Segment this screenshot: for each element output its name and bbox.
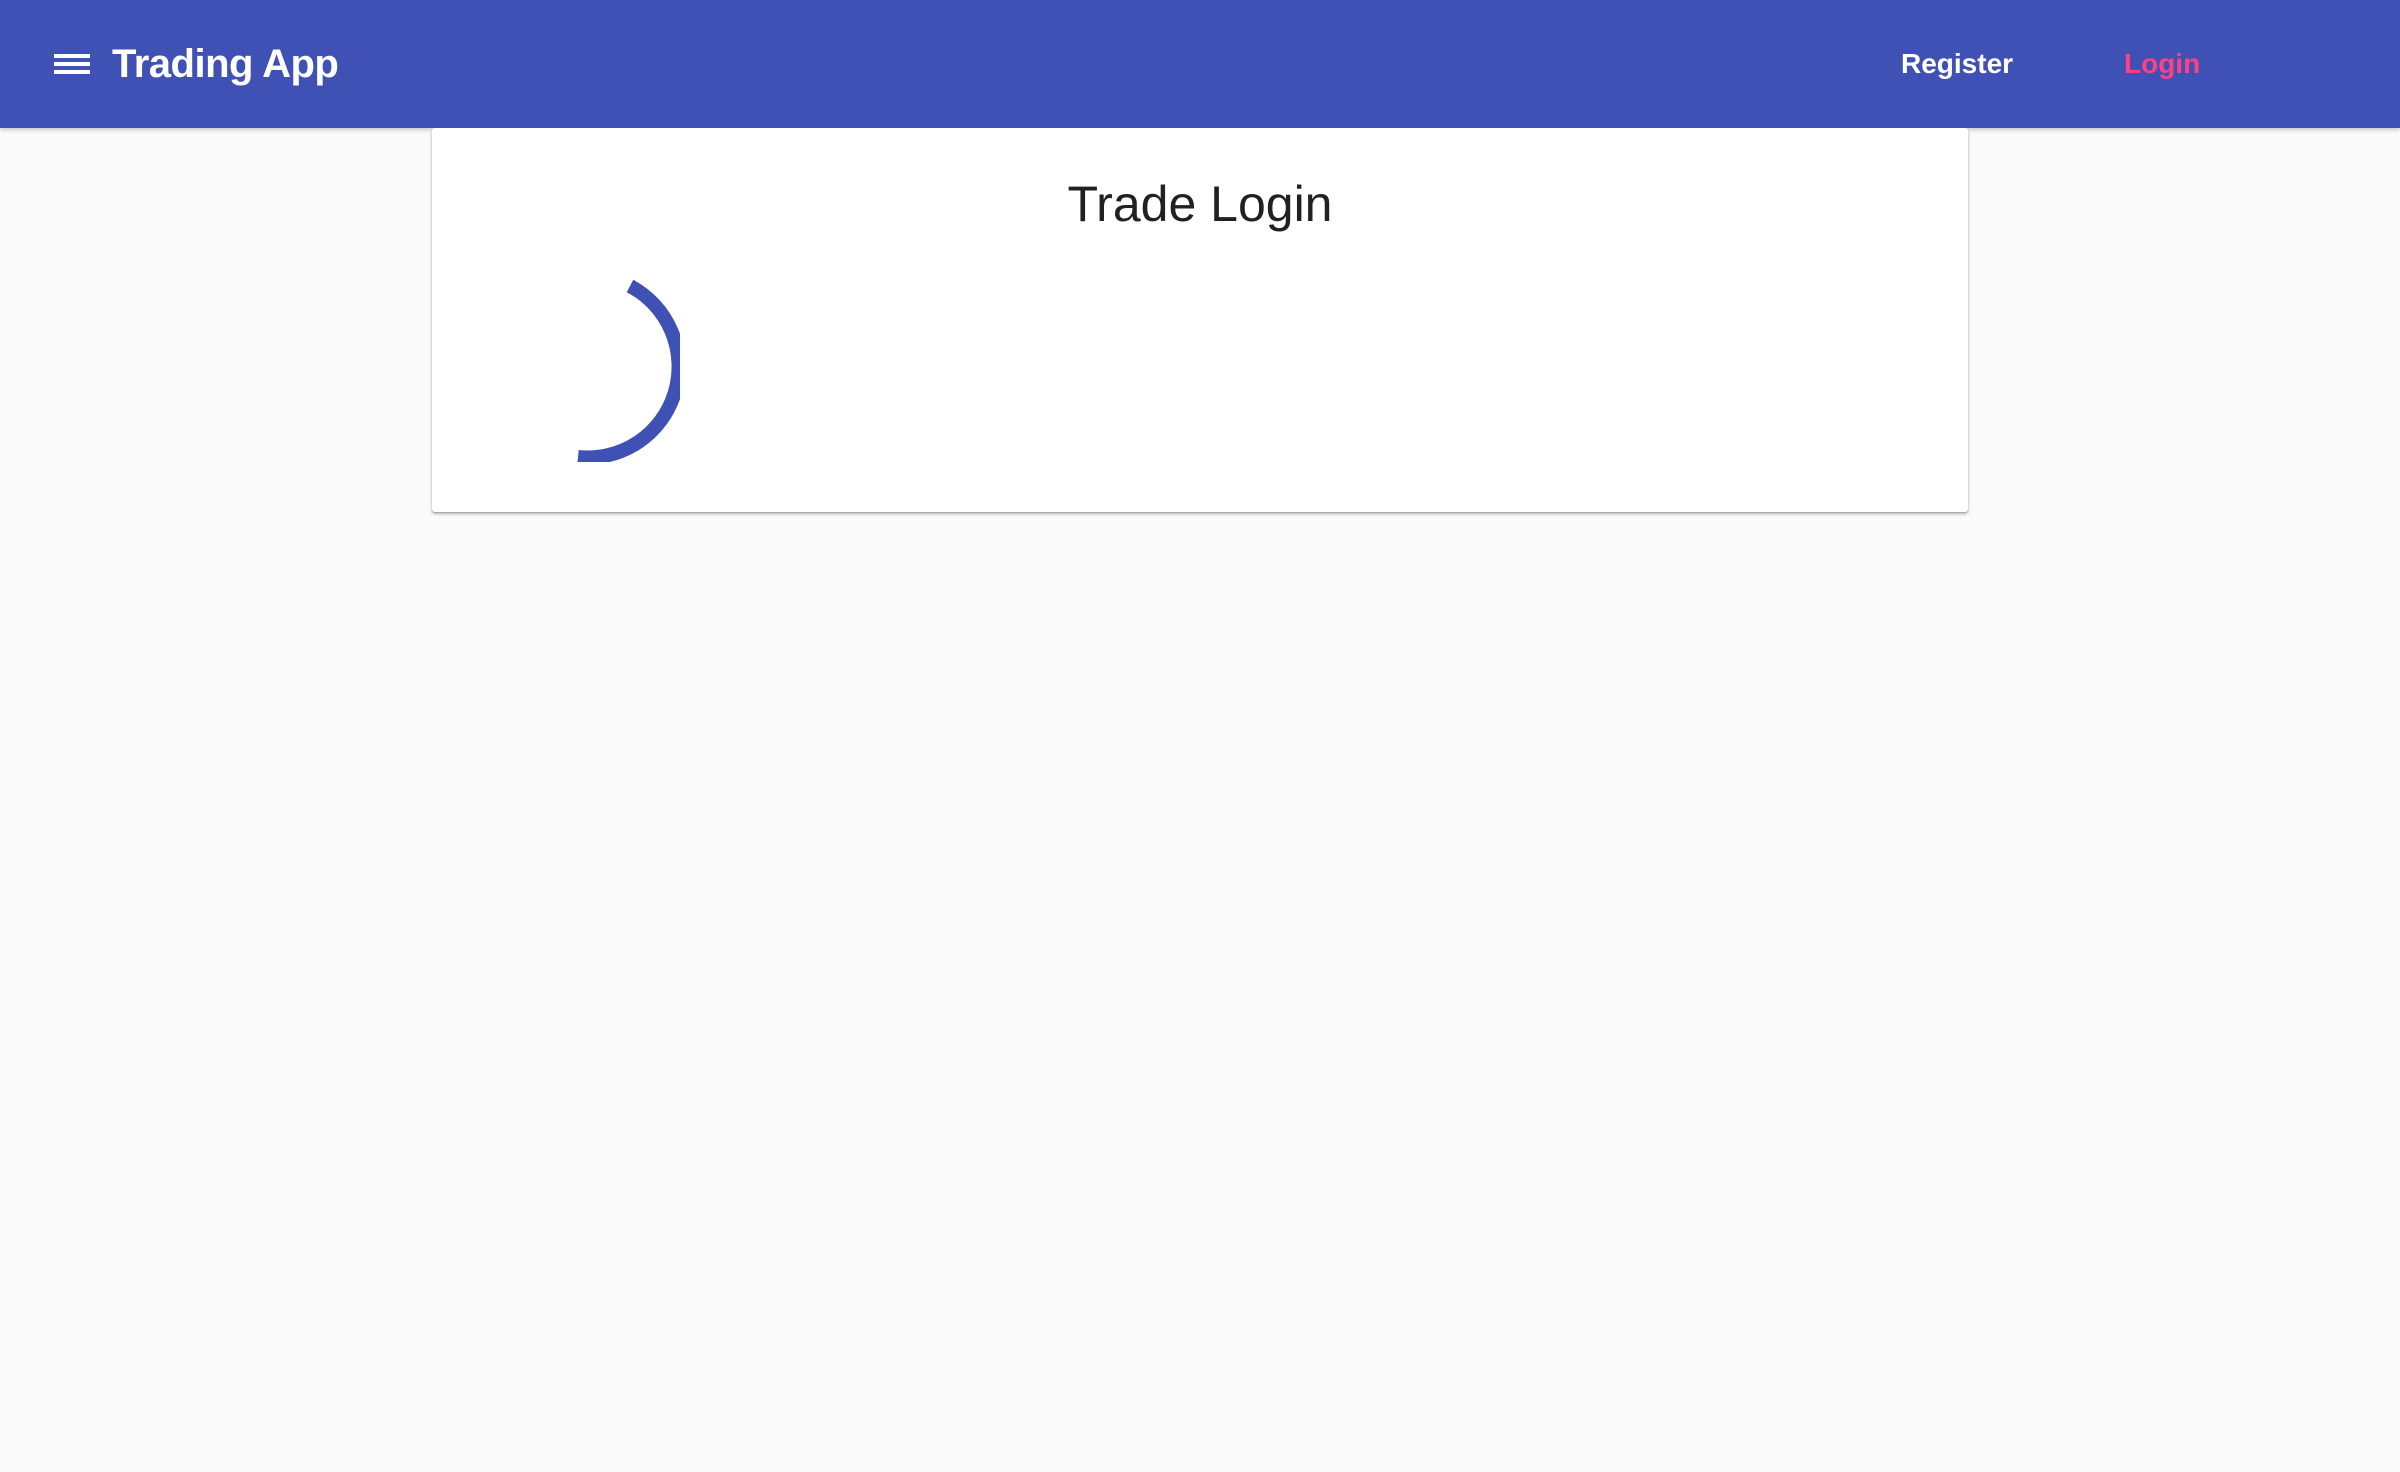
card-title: Trade Login: [1067, 176, 1333, 232]
nav-login-link[interactable]: Login: [2124, 44, 2200, 84]
progress-spinner: [480, 262, 686, 465]
top-app-bar: Trading App Register Login: [0, 0, 2400, 128]
app-title: Trading App: [112, 42, 339, 86]
menu-button[interactable]: [40, 40, 104, 88]
menu-icon: [40, 40, 104, 88]
nav-register-link[interactable]: Register: [1901, 44, 2013, 84]
